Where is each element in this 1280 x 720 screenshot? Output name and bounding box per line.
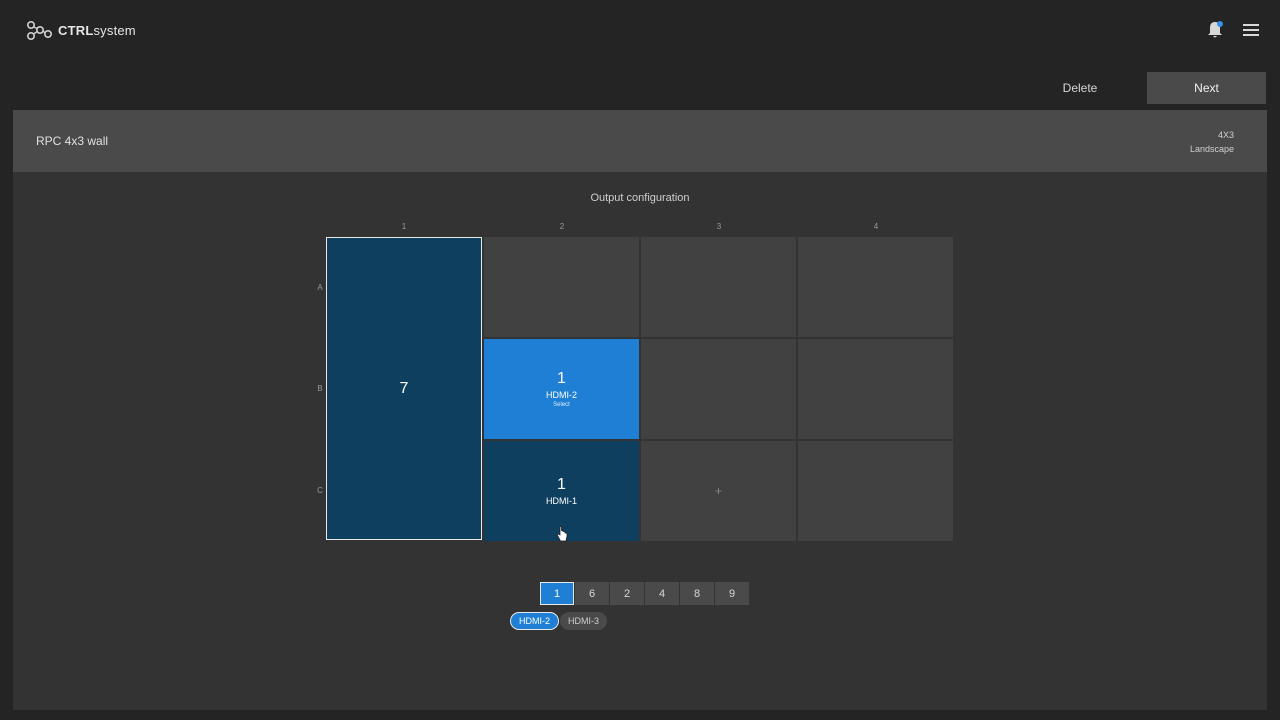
- output-config-title: Output configuration: [590, 192, 690, 204]
- source-chips: HDMI-2 HDMI-3: [510, 612, 607, 630]
- grid-cell-b4[interactable]: [798, 339, 953, 439]
- page-button-2[interactable]: 2: [610, 582, 644, 605]
- output-tile-hdmi-2-selected[interactable]: 1 HDMI-2 Select: [484, 339, 639, 439]
- wall-size: 4X3: [1217, 130, 1234, 140]
- app-logo[interactable]: CTRLsystem: [26, 19, 136, 41]
- page-selector: 1 6 2 4 8 9: [540, 582, 749, 605]
- grid-cell-b3[interactable]: [641, 339, 796, 439]
- grid-cell-a4[interactable]: [798, 237, 953, 337]
- output-tile-7[interactable]: 7: [326, 237, 482, 540]
- row-label-b: B: [317, 384, 323, 393]
- tile-source: HDMI-1: [546, 496, 577, 506]
- app-name: CTRLsystem: [58, 22, 136, 38]
- page-button-9[interactable]: 9: [715, 582, 749, 605]
- page-button-8[interactable]: 8: [680, 582, 714, 605]
- hamburger-menu-icon[interactable]: [1243, 23, 1259, 37]
- column-label-1: 1: [401, 222, 407, 231]
- wall-config-panel: RPC 4x3 wall 4X3 Landscape Output config…: [13, 110, 1267, 710]
- ctrl-logo-icon: [26, 20, 52, 41]
- grid-cell-a2[interactable]: [484, 237, 639, 337]
- page-button-6[interactable]: 6: [575, 582, 609, 605]
- page-button-1[interactable]: 1: [540, 582, 574, 605]
- wall-orientation: Landscape: [1189, 144, 1234, 154]
- tile-number: 1: [557, 476, 566, 493]
- tile-source: HDMI-2: [546, 390, 577, 400]
- action-bar: Delete Next: [0, 72, 1280, 104]
- grid-cell-c3-add[interactable]: +: [641, 441, 796, 541]
- grid-cell-c4[interactable]: [798, 441, 953, 541]
- page-button-4[interactable]: 4: [645, 582, 679, 605]
- tile-number: 7: [399, 379, 409, 397]
- tile-number: 1: [557, 370, 566, 387]
- bell-icon[interactable]: [1206, 20, 1224, 40]
- column-label-4: 4: [873, 222, 879, 231]
- column-label-3: 3: [716, 222, 722, 231]
- notification-dot: [1217, 21, 1223, 27]
- top-bar: CTRLsystem: [0, 0, 1280, 60]
- hand-pointer-icon: [556, 526, 568, 542]
- wall-header: RPC 4x3 wall 4X3 Landscape: [13, 110, 1267, 172]
- column-label-2: 2: [559, 222, 565, 231]
- tile-select-hint: Select: [553, 402, 570, 408]
- next-button[interactable]: Next: [1147, 72, 1266, 104]
- grid-cell-a3[interactable]: [641, 237, 796, 337]
- source-chip-hdmi-3[interactable]: HDMI-3: [560, 612, 607, 630]
- row-label-a: A: [317, 283, 323, 292]
- row-label-c: C: [317, 486, 323, 495]
- wall-info: 4X3 Landscape: [1190, 128, 1234, 156]
- delete-button[interactable]: Delete: [1050, 72, 1110, 104]
- wall-name: RPC 4x3 wall: [36, 134, 109, 148]
- source-chip-hdmi-2[interactable]: HDMI-2: [510, 612, 559, 630]
